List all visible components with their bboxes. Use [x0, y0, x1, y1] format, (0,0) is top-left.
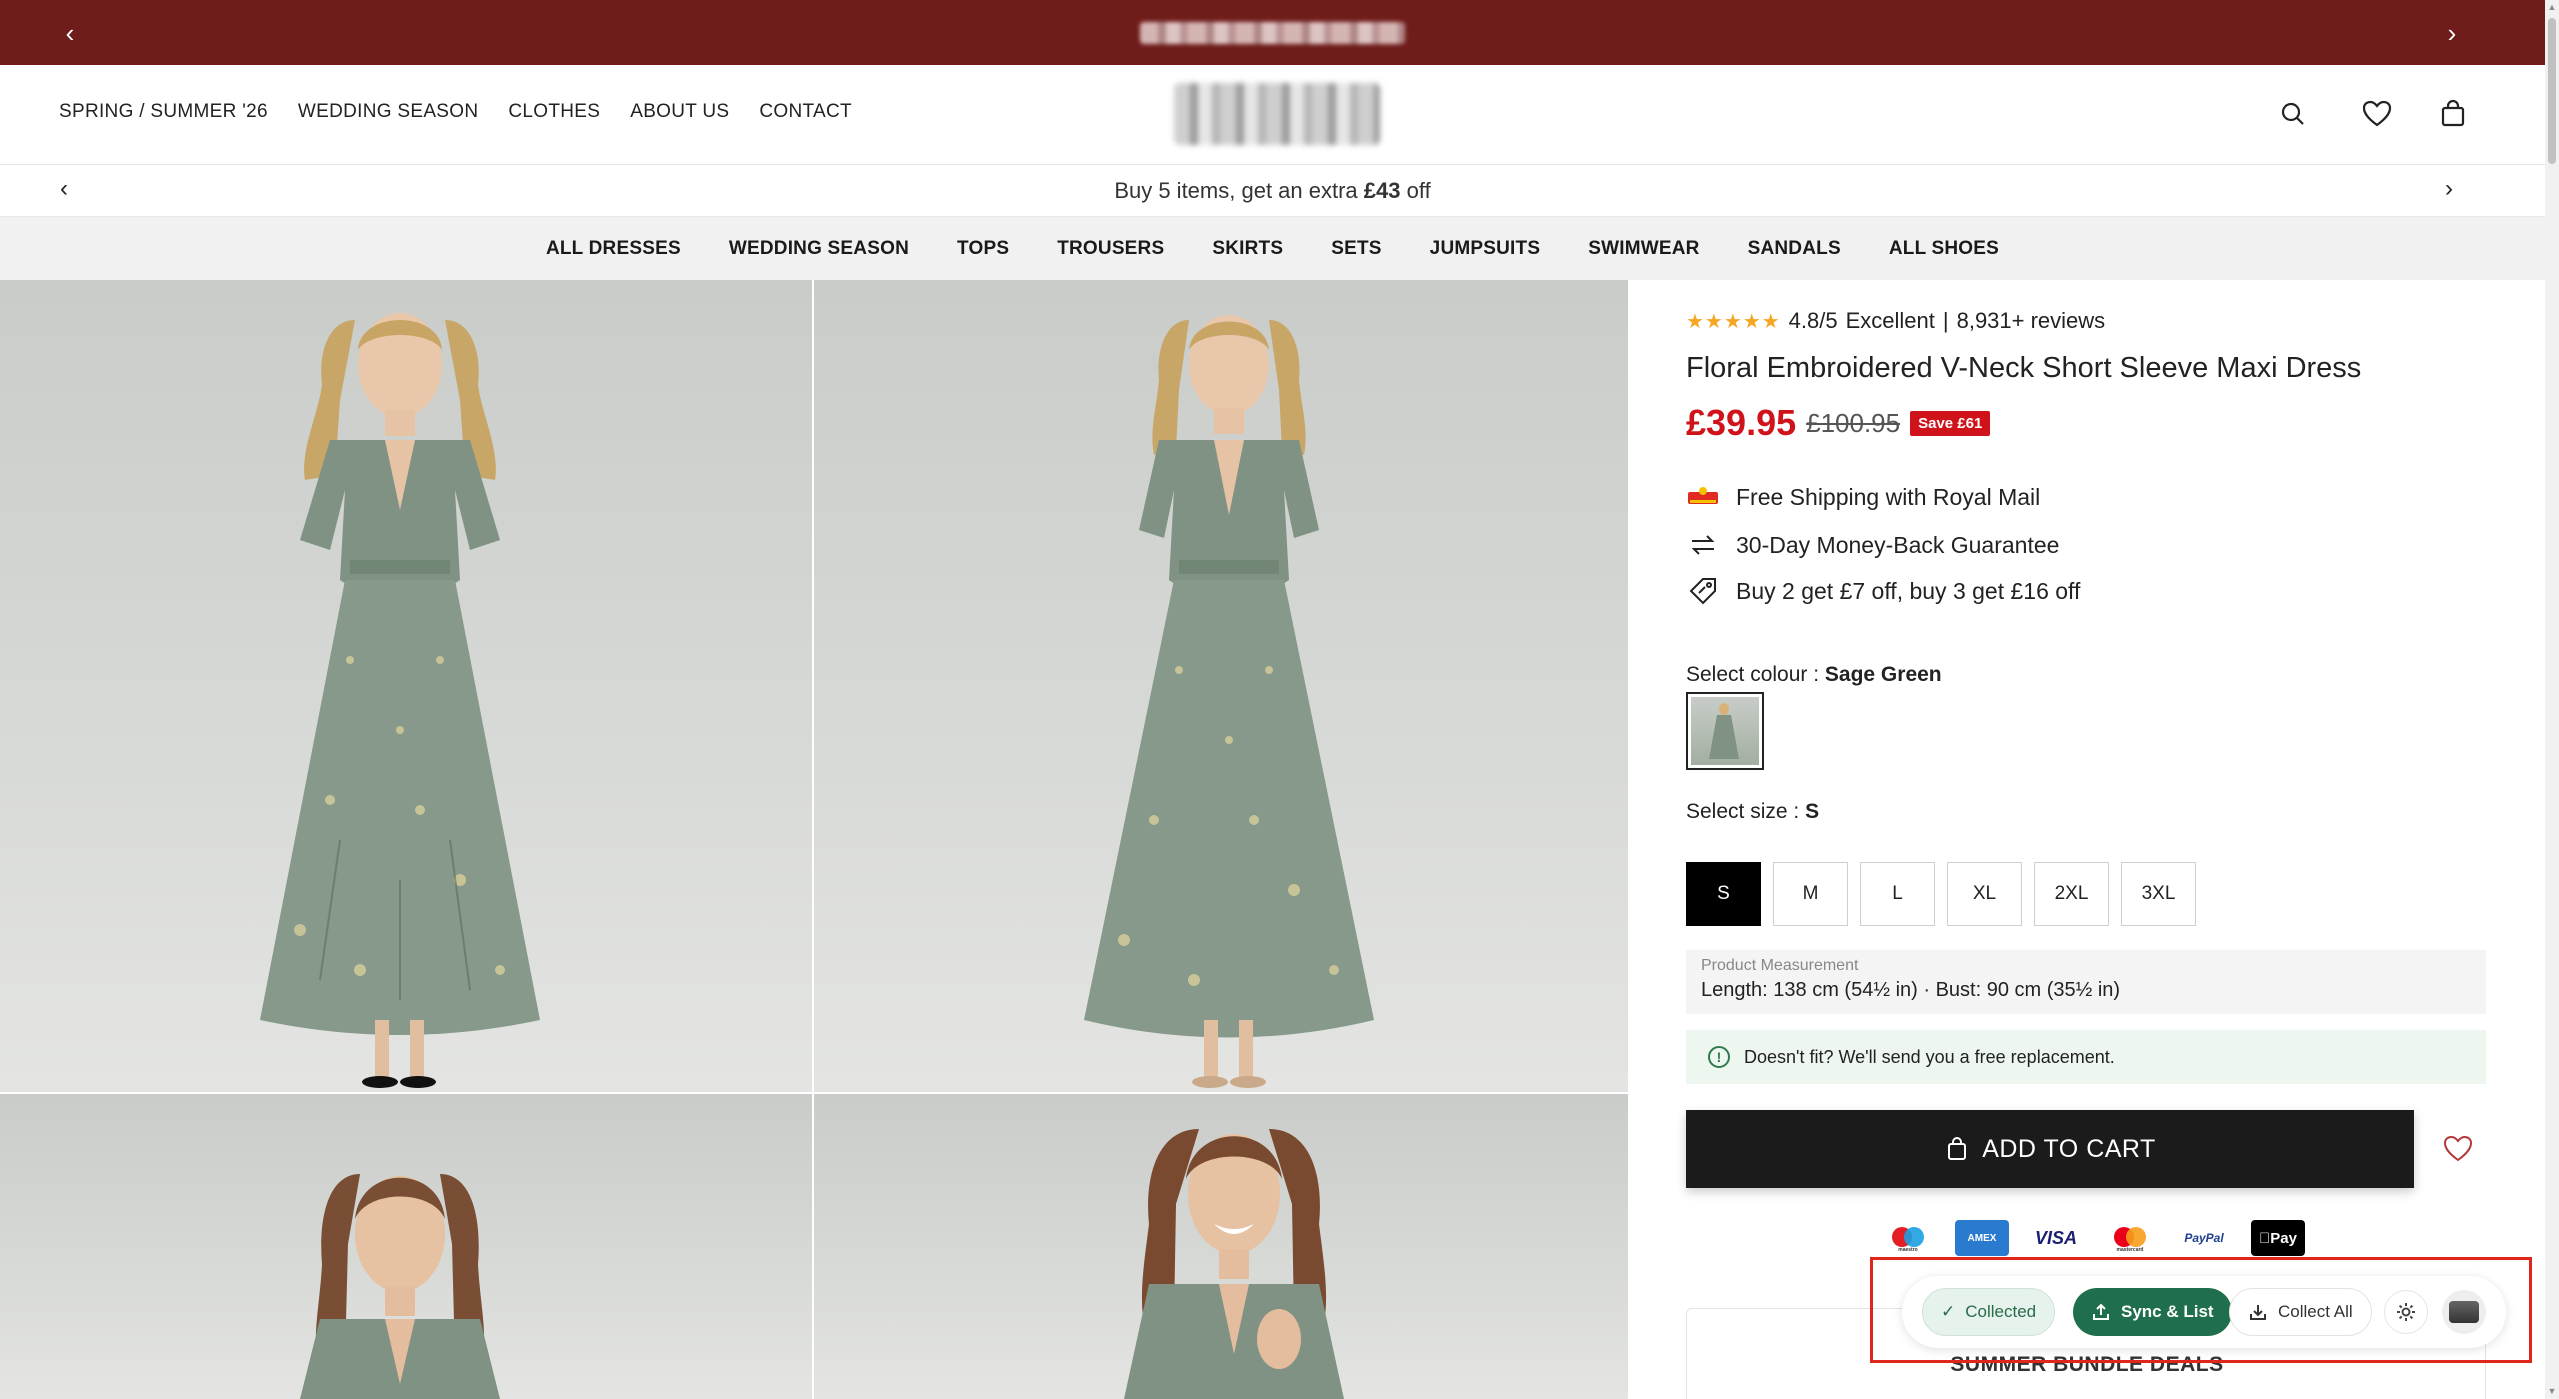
- product-photo-3[interactable]: [0, 1094, 812, 1399]
- info-icon: !: [1708, 1046, 1730, 1068]
- nav-wedding-season[interactable]: WEDDING SEASON: [298, 101, 479, 123]
- category-wedding-season[interactable]: WEDDING SEASON: [729, 238, 909, 260]
- scroll-down-icon[interactable]: ▼: [2547, 1386, 2557, 1396]
- size-option-xl[interactable]: XL: [1947, 862, 2022, 926]
- payment-methods: maestro AMEX VISA mastercard PayPal Pay: [1881, 1220, 2305, 1256]
- category-jumpsuits[interactable]: JUMPSUITS: [1430, 238, 1541, 260]
- rating-separator: |: [1942, 308, 1949, 333]
- rating-row[interactable]: ★★★★★ 4.8/5 Excellent | 8,931+ reviews: [1686, 308, 2105, 334]
- announcement-bar: ‹ ›: [0, 0, 2545, 65]
- product-title: Floral Embroidered V-Neck Short Sleeve M…: [1686, 352, 2362, 384]
- category-all-dresses[interactable]: ALL DRESSES: [546, 238, 681, 260]
- visa-icon: VISA: [2029, 1220, 2083, 1256]
- size-option-l[interactable]: L: [1860, 862, 1935, 926]
- review-count: 8,931+ reviews: [1956, 308, 2106, 333]
- maestro-icon: maestro: [1881, 1220, 1935, 1256]
- save-badge: Save £61: [1910, 410, 1991, 436]
- product-photo-1[interactable]: [0, 280, 812, 1092]
- scrollbar-thumb[interactable]: [2548, 18, 2556, 164]
- price-tag-icon: [1689, 578, 1716, 605]
- nav-about-us[interactable]: ABOUT US: [630, 101, 729, 123]
- category-swimwear[interactable]: SWIMWEAR: [1588, 238, 1699, 260]
- highlight-annotation-box: [1870, 1257, 2532, 1363]
- announcement-text-blurred: [1140, 22, 1405, 44]
- search-icon[interactable]: [2276, 97, 2310, 131]
- price-row: £39.95 £100.95 Save £61: [1686, 402, 1991, 444]
- size-option-m[interactable]: M: [1773, 862, 1848, 926]
- category-sandals[interactable]: SANDALS: [1748, 238, 1841, 260]
- royal-mail-icon: [1688, 487, 1718, 504]
- category-all-shoes[interactable]: ALL SHOES: [1889, 238, 1999, 260]
- promo-next-icon[interactable]: ›: [2445, 175, 2453, 203]
- exchange-arrows-icon: [1691, 535, 1715, 555]
- size-label: Select size : S: [1686, 800, 1820, 823]
- promo-strip: ‹ Buy 5 items, get an extra £43 off ›: [0, 165, 2545, 217]
- shopping-bag-icon[interactable]: [2436, 97, 2470, 131]
- selected-colour: Sage Green: [1824, 663, 1942, 686]
- category-tops[interactable]: TOPS: [957, 238, 1009, 260]
- paypal-icon: PayPal: [2177, 1220, 2231, 1256]
- mastercard-icon: mastercard: [2103, 1220, 2157, 1256]
- main-nav: SPRING / SUMMER '26 WEDDING SEASON CLOTH…: [59, 101, 852, 123]
- add-to-wishlist-heart-icon[interactable]: [2440, 1130, 2476, 1166]
- svg-text:maestro: maestro: [1898, 1247, 1917, 1252]
- measurement-label: Product Measurement: [1701, 957, 1859, 974]
- category-sets[interactable]: SETS: [1331, 238, 1381, 260]
- announcement-prev-icon[interactable]: ‹: [55, 18, 85, 48]
- size-options: S M L XL 2XL 3XL: [1686, 862, 2196, 926]
- nav-contact[interactable]: CONTACT: [759, 101, 852, 123]
- perk-shipping: Free Shipping with Royal Mail: [1686, 480, 2040, 514]
- wishlist-heart-icon[interactable]: [2360, 97, 2394, 131]
- site-logo-blurred[interactable]: [1174, 83, 1380, 145]
- category-trousers[interactable]: TROUSERS: [1057, 238, 1164, 260]
- size-option-s[interactable]: S: [1686, 862, 1761, 926]
- colour-label: Select colour : Sage Green: [1686, 663, 1942, 686]
- scroll-up-icon[interactable]: ▲: [2547, 2, 2557, 12]
- add-to-cart-button[interactable]: ADD TO CART: [1686, 1110, 2414, 1188]
- cart-bag-icon: [1948, 1137, 1967, 1160]
- amex-icon: AMEX: [1955, 1220, 2009, 1256]
- original-price: £100.95: [1806, 407, 1901, 438]
- category-skirts[interactable]: SKIRTS: [1212, 238, 1283, 260]
- announcement-next-icon[interactable]: ›: [2437, 18, 2467, 48]
- page-scrollbar[interactable]: ▲ ▼: [2545, 0, 2559, 1399]
- product-measurement: Product Measurement Length: 138 cm (54½ …: [1686, 950, 2486, 1014]
- size-option-3xl[interactable]: 3XL: [2121, 862, 2196, 926]
- site-header: SPRING / SUMMER '26 WEDDING SEASON CLOTH…: [0, 65, 2545, 165]
- selected-size: S: [1805, 800, 1820, 823]
- size-option-2xl[interactable]: 2XL: [2034, 862, 2109, 926]
- fit-guarantee-note: ! Doesn't fit? We'll send you a free rep…: [1686, 1030, 2486, 1084]
- perk-bundle-discount: Buy 2 get £7 off, buy 3 get £16 off: [1686, 574, 2080, 608]
- perk-money-back: 30-Day Money-Back Guarantee: [1686, 528, 2059, 562]
- product-gallery: [0, 280, 1628, 1399]
- apple-pay-icon: Pay: [2251, 1220, 2305, 1256]
- svg-text:mastercard: mastercard: [2117, 1247, 2144, 1252]
- rating-score: 4.8/5: [1788, 308, 1838, 333]
- fit-note-text: Doesn't fit? We'll send you a free repla…: [1744, 1046, 2115, 1067]
- rating-stars-icon: ★★★★★: [1686, 310, 1781, 333]
- rating-word: Excellent: [1845, 308, 1935, 333]
- category-nav: ALL DRESSES WEDDING SEASON TOPS TROUSERS…: [0, 217, 2545, 280]
- product-photo-4[interactable]: [814, 1094, 1628, 1399]
- product-photo-2[interactable]: [814, 280, 1628, 1092]
- nav-spring-summer[interactable]: SPRING / SUMMER '26: [59, 101, 268, 123]
- nav-clothes[interactable]: CLOTHES: [508, 101, 600, 123]
- promo-text: Buy 5 items, get an extra £43 off: [1114, 178, 1431, 203]
- measurement-value: Length: 138 cm (54½ in) · Bust: 90 cm (3…: [1701, 979, 2121, 1001]
- sale-price: £39.95: [1686, 402, 1797, 443]
- colour-swatch-sage-green[interactable]: [1686, 692, 1764, 770]
